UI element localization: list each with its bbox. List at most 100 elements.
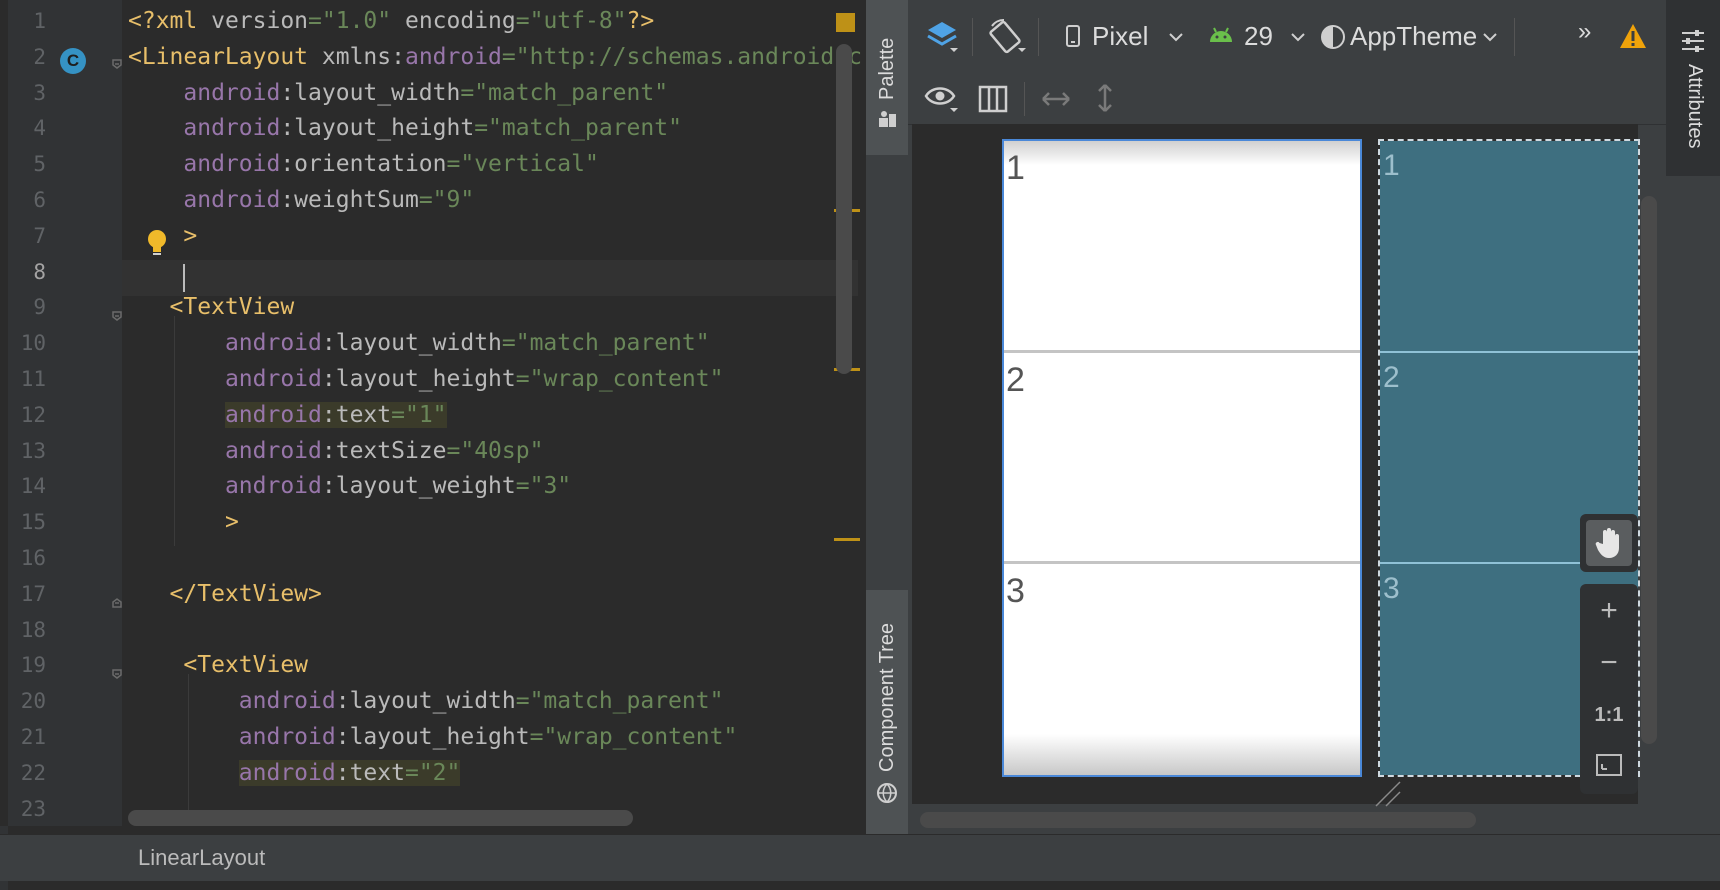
toolbar-overflow-button[interactable]: »: [1578, 18, 1591, 46]
line-number: 19: [20, 653, 46, 678]
orientation-rotate-icon[interactable]: [988, 18, 1028, 56]
code-line[interactable]: android:textSize="40sp": [128, 433, 866, 469]
resize-handle-icon[interactable]: [1374, 780, 1402, 808]
code-line[interactable]: android:layout_height="match_parent": [128, 110, 866, 146]
preview-textview-1[interactable]: 1: [1004, 141, 1360, 350]
lightbulb-icon[interactable]: [144, 228, 170, 258]
pan-button[interactable]: [1586, 520, 1632, 566]
error-stripe-marker[interactable]: [834, 538, 860, 541]
palette-tab[interactable]: Palette: [866, 0, 908, 155]
code-line[interactable]: android:layout_width="match_parent": [128, 683, 866, 719]
code-token: android: [224, 473, 322, 500]
line-number: 6: [33, 188, 46, 212]
preview-text-2: 2: [1006, 361, 1025, 399]
fold-marker-icon[interactable]: [111, 310, 123, 322]
code-token: :layout_height: [335, 724, 530, 750]
class-gutter-icon[interactable]: C: [60, 48, 86, 74]
zoom-out-button[interactable]: −: [1586, 640, 1632, 686]
android-icon: [1210, 27, 1232, 42]
fold-marker-icon[interactable]: [111, 58, 123, 70]
code-token: <LinearLayout: [128, 43, 322, 70]
code-line[interactable]: android:text="1": [128, 397, 866, 433]
line-number: 3: [33, 80, 46, 105]
warning-icon[interactable]: [1618, 22, 1648, 50]
vertical-resize-icon[interactable]: [1092, 82, 1118, 114]
code-line[interactable]: android:layout_width="match_parent": [128, 325, 866, 361]
preview-textview-3[interactable]: 3: [1004, 564, 1360, 775]
zoom-actual-size-button[interactable]: 1:1: [1586, 692, 1632, 738]
code-token: ="1.0": [308, 8, 392, 34]
indent-guide: [188, 674, 189, 814]
code-token: android: [404, 43, 502, 70]
device-preview[interactable]: 1 2 3: [1002, 139, 1362, 777]
code-token: android: [238, 688, 336, 715]
code-line[interactable]: android:weightSum="9": [128, 182, 866, 218]
code-line[interactable]: [128, 540, 866, 576]
code-line[interactable]: android:layout_height="wrap_content": [128, 719, 866, 755]
view-columns-icon[interactable]: [978, 84, 1008, 114]
line-number: 18: [20, 617, 46, 642]
code-line[interactable]: android:orientation="vertical": [128, 146, 866, 182]
design-horizontal-scrollbar[interactable]: [920, 812, 1476, 828]
code-line[interactable]: <LinearLayout xmlns:android="http://sche…: [128, 39, 866, 75]
blueprint-textview-1[interactable]: 1: [1380, 141, 1638, 351]
code-line[interactable]: [128, 612, 866, 648]
attributes-tab-label: Attributes: [1684, 64, 1706, 149]
eye-icon[interactable]: [924, 84, 960, 114]
line-number: 9: [33, 295, 46, 320]
code-line[interactable]: >: [128, 218, 866, 254]
code-token: :layout_width: [280, 79, 461, 106]
code-line[interactable]: android:layout_width="match_parent": [128, 75, 866, 111]
preview-text-1: 1: [1006, 149, 1025, 187]
code-token: >: [224, 509, 239, 536]
line-number: 8: [33, 259, 46, 284]
theme-selector[interactable]: AppTheme: [1312, 16, 1502, 56]
attributes-tab[interactable]: Attributes: [1666, 0, 1720, 176]
code-line[interactable]: android:layout_weight="3": [128, 468, 866, 504]
analysis-status-marker[interactable]: [836, 13, 855, 32]
device-selector[interactable]: Pixel: [1058, 16, 1188, 56]
code-line[interactable]: android:text="2": [128, 755, 866, 791]
zoom-in-button[interactable]: +: [1586, 588, 1632, 634]
code-line[interactable]: android:layout_height="wrap_content": [128, 361, 866, 397]
code-token: ="vertical": [446, 151, 599, 178]
code-token: android: [238, 724, 336, 750]
design-right-tool-strip: Attributes: [1666, 0, 1720, 834]
palette-tab-label: Palette: [876, 37, 898, 100]
line-number: 22: [20, 760, 46, 785]
device-name: Pixel: [1092, 21, 1149, 51]
code-editor[interactable]: 1 2 3 4 5 6 7 8 9 10 11 12 13 14 15 16 17 18 19 20 21 22 23 <?…: [0, 0, 866, 826]
code-token: :layout_width: [321, 330, 502, 357]
api-level-selector[interactable]: 29: [1202, 16, 1312, 56]
code-token: ="http://schemas.android.c: [501, 43, 862, 70]
fold-marker-icon[interactable]: [111, 668, 123, 680]
editor-horizontal-scrollbar[interactable]: [128, 810, 633, 826]
breadcrumb[interactable]: LinearLayout: [138, 845, 265, 871]
code-line[interactable]: [128, 254, 866, 290]
code-line[interactable]: >: [128, 504, 866, 540]
code-line[interactable]: <?xml version="1.0" encoding="utf-8"?>: [128, 3, 866, 39]
code-line[interactable]: <TextView: [128, 647, 866, 683]
component-tree-tab[interactable]: Component Tree: [866, 590, 908, 834]
preview-textview-2[interactable]: 2: [1004, 353, 1360, 561]
code-token: android: [224, 401, 322, 428]
zoom-fit-icon: [1596, 754, 1622, 776]
fold-marker-icon[interactable]: [111, 597, 123, 609]
zoom-to-fit-button[interactable]: [1586, 742, 1632, 788]
code-line[interactable]: </TextView>: [128, 576, 866, 612]
code-token: :text: [335, 759, 405, 786]
horizontal-resize-icon[interactable]: [1040, 86, 1072, 112]
design-vertical-scrollbar[interactable]: [1641, 196, 1657, 744]
line-number: 4: [33, 116, 46, 141]
editor-vertical-scrollbar[interactable]: [836, 44, 852, 374]
design-surface-layers-icon[interactable]: [924, 18, 962, 56]
code-token: android: [224, 437, 322, 464]
code-line[interactable]: <TextView: [128, 289, 866, 325]
